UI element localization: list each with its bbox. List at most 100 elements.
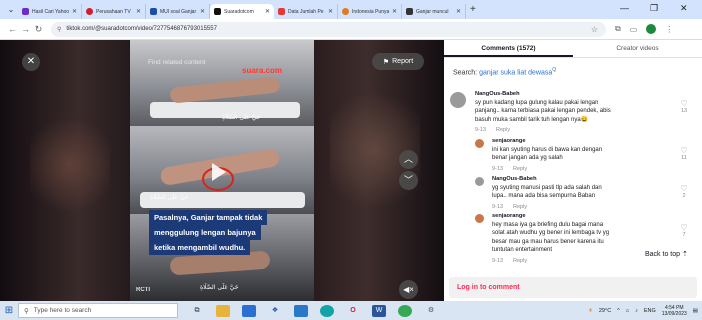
comment-username[interactable]: NangOus-Babeh xyxy=(492,175,672,184)
caption-line: Pasalnya, Ganjar tampak tidak xyxy=(149,210,268,225)
network-icon[interactable]: ⌂ xyxy=(626,308,629,314)
video-frame[interactable]: Find related content suara.com حَيَّ عَل… xyxy=(130,40,314,301)
reply-link[interactable]: Reply xyxy=(513,204,527,210)
comment-text: besar mau ga mau harus bener karena itu xyxy=(492,238,604,245)
video-subtitle-arabic: حَيَّ عَلَى الصَّلَاةِ xyxy=(150,194,189,201)
browser-tab[interactable]: Perusahaan TV ✕ xyxy=(82,4,146,19)
file-explorer-icon[interactable] xyxy=(216,304,230,317)
arrow-up-icon: ⇡ xyxy=(681,251,688,258)
tab-close-icon[interactable]: ✕ xyxy=(200,8,205,15)
tab-close-icon[interactable]: ✕ xyxy=(265,8,270,15)
back-to-top-button[interactable]: Back to top ⇡ xyxy=(642,249,691,259)
comment-search[interactable]: Search: ganjar suka liat dewasaQ xyxy=(453,67,556,76)
menu-icon[interactable]: ⋮ xyxy=(665,25,673,34)
comment-username[interactable]: NangOus-Babeh xyxy=(475,90,675,99)
word-icon[interactable]: W xyxy=(372,304,386,317)
settings-gear-icon[interactable]: ⚙ xyxy=(424,305,438,317)
comment-text: panjang.. karna terbiasa pakai lengan pe… xyxy=(475,108,611,115)
browser-tab-active[interactable]: Suaradotcom ✕ xyxy=(210,4,274,19)
volume-mute-button[interactable]: ◀× xyxy=(399,280,418,299)
temperature[interactable]: 29°C xyxy=(599,308,611,314)
comment-username[interactable]: senjaorange xyxy=(492,137,672,146)
search-query[interactable]: ganjar suka liat dewasa xyxy=(479,69,552,76)
chevron-up-icon[interactable]: ^ xyxy=(617,308,620,314)
avatar[interactable] xyxy=(450,92,466,108)
mail-icon[interactable] xyxy=(294,304,308,317)
browser-tab[interactable]: Data Jumlah Pe ✕ xyxy=(274,4,338,19)
avatar[interactable] xyxy=(475,139,484,148)
caption-line: ketika mengambil wudhu. xyxy=(149,240,251,255)
comment-text: sy pun kadang lupa gulung kalau pakai le… xyxy=(475,99,599,106)
maximize-icon[interactable]: ❐ xyxy=(650,3,658,14)
like-button[interactable]: ♡ 11 xyxy=(678,147,690,162)
windows-start-icon[interactable]: ⊞ xyxy=(0,305,18,316)
chrome-icon[interactable] xyxy=(398,304,412,317)
browser-tab[interactable]: Hasil Cari Yahoo! ✕ xyxy=(18,4,82,19)
comment-username[interactable]: senjaorange xyxy=(492,212,672,221)
url-field[interactable]: ⚲ tiktok.com/@suaradotcom/video/72775468… xyxy=(51,21,606,37)
back-arrow-icon[interactable]: ← xyxy=(6,24,19,34)
search-placeholder: Type here to search xyxy=(33,307,92,314)
close-video-button[interactable]: ✕ xyxy=(22,53,40,71)
clock-date: 13/09/2023 xyxy=(661,310,687,317)
like-button[interactable]: ♡ 7 xyxy=(678,223,690,239)
browser-tab[interactable]: Ganjar muncul ✕ xyxy=(402,4,466,19)
play-icon[interactable] xyxy=(212,163,226,181)
news-icon xyxy=(150,8,157,15)
forward-arrow-icon[interactable]: → xyxy=(19,24,32,34)
avatar[interactable] xyxy=(475,214,484,223)
caption-line: menggulung lengan bajunya xyxy=(149,225,261,240)
tab-close-icon[interactable]: ✕ xyxy=(72,8,77,15)
profile-avatar[interactable] xyxy=(646,24,657,34)
tab-close-icon[interactable]: ✕ xyxy=(136,8,141,15)
next-video-button[interactable]: ﹀ xyxy=(399,171,418,190)
app-icon[interactable]: ❖ xyxy=(268,305,282,317)
reply-link[interactable]: Reply xyxy=(496,127,510,133)
tab-comments[interactable]: Comments (1572) xyxy=(444,40,573,57)
reload-icon[interactable]: ↻ xyxy=(32,24,45,35)
tab-close-icon[interactable]: ✕ xyxy=(328,8,333,15)
comment-item: NangOus-Babeh sy pun kadang lupa gulung … xyxy=(475,90,675,135)
store-icon[interactable] xyxy=(242,304,256,317)
edge-icon[interactable] xyxy=(320,304,334,317)
minimize-icon[interactable]: — xyxy=(620,3,629,13)
opera-icon[interactable]: O xyxy=(346,305,360,317)
address-bar: ← → ↻ ⚲ tiktok.com/@suaradotcom/video/72… xyxy=(0,19,702,40)
tab-close-icon[interactable]: ✕ xyxy=(456,8,461,15)
site-info-icon[interactable]: ⚲ xyxy=(57,26,61,33)
search-prefix: Search: xyxy=(453,69,478,77)
extensions-icon[interactable]: ⧉ xyxy=(615,24,621,34)
weather-icon[interactable]: ☀ xyxy=(588,308,593,314)
browser-tab[interactable]: Indonesia Punya ✕ xyxy=(338,4,402,19)
clock[interactable]: 4:54 PM 13/09/2023 xyxy=(662,305,687,317)
new-tab-icon[interactable]: + xyxy=(470,4,476,15)
screen: ⌄ Hasil Cari Yahoo! ✕ Perusahaan TV ✕ MUI … xyxy=(0,0,702,320)
downloads-icon[interactable]: ▭ xyxy=(630,25,638,34)
like-button[interactable]: ♡ 13 xyxy=(678,100,690,115)
task-view-icon[interactable]: ⧉ xyxy=(190,305,204,317)
like-count: 7 xyxy=(682,232,686,238)
tab-search-chevron-icon[interactable]: ⌄ xyxy=(4,5,18,14)
language-indicator[interactable]: ENG xyxy=(644,308,656,314)
like-button[interactable]: ♡ 2 xyxy=(678,185,690,200)
avatar[interactable] xyxy=(475,177,484,186)
find-related-content-link[interactable]: Find related content xyxy=(148,59,205,66)
previous-video-button[interactable]: ︿ xyxy=(399,150,418,169)
close-window-icon[interactable]: ✕ xyxy=(680,3,688,14)
login-to-comment-button[interactable]: Log in to comment xyxy=(449,277,697,298)
tab-creator-videos[interactable]: Creator videos xyxy=(573,40,702,57)
report-button[interactable]: ⚑ Report xyxy=(372,53,424,70)
video-player[interactable]: Find related content suara.com حَيَّ عَل… xyxy=(0,40,444,301)
heart-icon: ♡ xyxy=(680,223,688,232)
taskbar-search-box[interactable]: ⚲ Type here to search xyxy=(18,303,178,318)
browser-tab[interactable]: MUI soal Ganjar ✕ xyxy=(146,4,210,19)
bookmark-star-icon[interactable]: ☆ xyxy=(591,25,598,34)
tab-title: Data Jumlah Pe xyxy=(288,8,324,15)
tab-close-icon[interactable]: ✕ xyxy=(392,8,397,15)
opera-icon xyxy=(86,8,93,15)
reply-link[interactable]: Reply xyxy=(513,166,527,172)
notifications-icon[interactable]: ▤ xyxy=(693,308,698,314)
volume-icon[interactable]: ♪ xyxy=(635,308,638,314)
reply-link[interactable]: Reply xyxy=(513,258,527,264)
comment-date: 9-13 xyxy=(492,165,504,172)
